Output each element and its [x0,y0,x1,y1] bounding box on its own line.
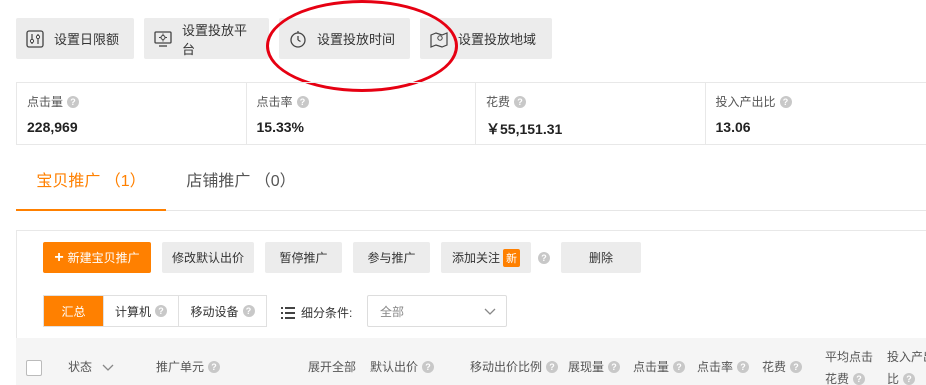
stat-value: 15.33% [256,119,304,135]
stat-roi: 投入产出比? 13.06 [706,83,926,144]
col-ctr[interactable]: 点击率? [697,358,750,375]
col-clicks-label: 点击量 [633,360,670,374]
set-platform-label: 设置投放平台 [182,22,248,57]
col-roi-line2: 比? [887,370,916,385]
col-impressions[interactable]: 展现量? [568,358,621,375]
new-item-promotion-label: 新建宝贝推广 [67,251,140,265]
new-badge: 新 [503,248,520,267]
tab-shop-promotion[interactable]: 店铺推广 （0） [166,160,316,210]
col-default-bid-label: 默认出价 [370,360,419,374]
help-icon[interactable]: ? [67,95,80,108]
action-bar: + 新建宝贝推广 修改默认出价 暂停推广 参与推广 添加关注新 ? 删除 [43,242,641,273]
add-follow-label: 添加关注 [451,251,500,265]
stat-ctr: 点击率? 15.33% [247,83,476,144]
summary-stats: 点击量? 228,969 点击率? 15.33% 花费? ￥55,151.31 … [16,82,926,145]
stat-value: 228,969 [27,119,78,135]
modify-default-bid-button[interactable]: 修改默认出价 [162,242,254,273]
col-avg-cpc[interactable]: 平均点击 [825,348,873,365]
col-roi-label: 投入产出 [887,350,926,364]
set-daily-limit-button[interactable]: 设置日限额 [16,18,134,59]
col-roi[interactable]: 投入产出 [887,348,926,365]
delete-button[interactable]: 删除 [561,242,641,273]
help-icon[interactable]: ? [514,95,527,108]
promotion-tabs: 宝贝推广 （1） 店铺推广 （0） [16,160,926,211]
expand-all-link[interactable]: 展开全部 [308,358,356,375]
col-clicks[interactable]: 点击量? [633,358,686,375]
col-roi-label-2: 比 [887,372,900,385]
help-icon[interactable]: ? [208,360,221,373]
help-icon[interactable]: ? [422,360,435,373]
set-schedule-button[interactable]: 设置投放时间 [279,18,410,59]
help-icon[interactable]: ? [242,305,255,317]
help-icon[interactable]: ? [779,95,792,108]
sliders-icon [26,29,44,48]
help-icon[interactable]: ? [296,95,309,108]
set-region-label: 设置投放地域 [458,32,537,47]
stat-label: 点击量 [27,95,64,109]
col-status[interactable]: 状态 [68,358,114,375]
stat-value: 13.06 [715,119,751,135]
col-ctr-label: 点击率 [697,360,734,374]
col-mobile-ratio: 移动出价比例? [470,358,559,375]
chevron-down-icon [484,308,496,315]
filter-label: 细分条件: [301,306,353,320]
stat-clicks: 点击量? 228,969 [17,83,247,144]
help-icon[interactable]: ? [546,360,559,373]
settings-toolbar: 设置日限额 设置投放平台 设置投放时间 设置投放地域 [16,18,552,59]
device-segment: 汇总 计算机? 移动设备? [43,295,267,327]
list-icon [281,306,295,319]
add-follow-button[interactable]: 添加关注新 [441,242,531,273]
new-item-promotion-button[interactable]: + 新建宝贝推广 [43,242,151,273]
stat-label: 点击率 [256,95,293,109]
select-all-checkbox[interactable] [26,360,42,376]
help-icon[interactable]: ? [673,360,686,373]
help-icon[interactable]: ? [155,305,167,317]
col-status-label: 状态 [68,360,93,374]
segment-computer[interactable]: 计算机? [104,296,179,326]
join-promotion-button[interactable]: 参与推广 [353,242,430,273]
col-mobile-ratio-label: 移动出价比例 [470,360,543,374]
monitor-icon [154,30,172,48]
chevron-down-icon [102,364,114,371]
stat-value: ￥55,151.31 [486,121,563,137]
table-header: 状态 推广单元? 展开全部 默认出价? 移动出价比例? 展现量? 点击量? 点击… [16,338,926,385]
set-platform-button[interactable]: 设置投放平台 [144,18,269,59]
set-schedule-label: 设置投放时间 [317,32,396,47]
help-icon[interactable]: ? [737,360,750,373]
segment-summary[interactable]: 汇总 [44,296,104,326]
col-unit-label: 推广单元 [156,360,205,374]
help-icon[interactable]: ? [903,372,916,385]
col-unit: 推广单元? [156,358,221,375]
segment-select[interactable]: 全部 [367,295,507,327]
col-cost[interactable]: 花费? [762,358,803,375]
col-cost-label: 花费 [762,360,787,374]
map-icon [430,30,448,48]
help-icon[interactable]: ? [608,360,621,373]
col-avg-cpc-line2: 花费? [825,370,866,385]
stat-label: 花费 [486,95,511,109]
segment-select-value: 全部 [380,304,405,319]
segment-mobile-label: 移动设备 [190,304,239,319]
stat-label: 投入产出比 [715,95,776,109]
col-avg-cpc-label-2: 花费 [825,372,850,385]
stat-cost: 花费? ￥55,151.31 [476,83,706,144]
segment-mobile[interactable]: 移动设备? [179,296,266,326]
help-icon[interactable]: ? [853,372,866,385]
pause-promotion-button[interactable]: 暂停推广 [265,242,342,273]
col-avg-cpc-label: 平均点击 [825,350,874,364]
help-icon[interactable]: ? [790,360,803,373]
help-icon[interactable]: ? [538,251,550,264]
set-region-button[interactable]: 设置投放地域 [420,18,552,59]
col-default-bid: 默认出价? [370,358,435,375]
set-daily-limit-label: 设置日限额 [54,32,120,47]
tab-item-promotion[interactable]: 宝贝推广 （1） [16,160,166,211]
segment-filter: 细分条件: [281,304,352,321]
col-impressions-label: 展现量 [568,360,605,374]
segment-computer-label: 计算机 [114,304,151,319]
clock-icon [289,30,307,48]
plus-icon: + [54,248,64,266]
